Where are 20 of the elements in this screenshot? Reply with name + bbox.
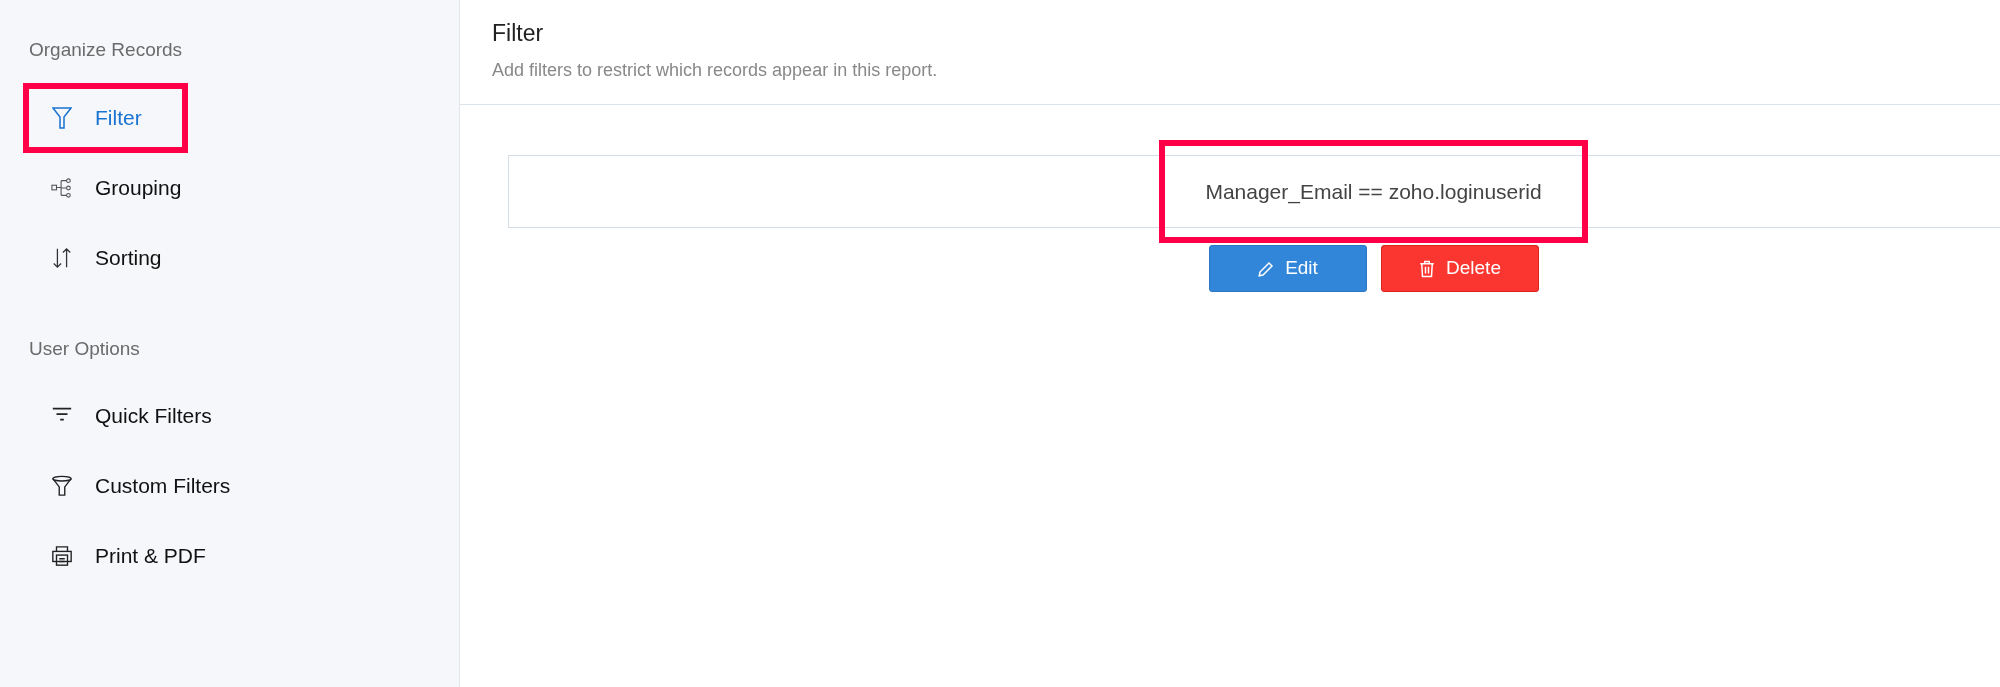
section-heading: Organize Records — [29, 38, 183, 62]
sidebar-item[interactable]: Print & PDF — [23, 521, 232, 591]
edit-button[interactable]: Edit — [1208, 245, 1367, 292]
trash-icon — [1418, 259, 1437, 278]
printer-icon — [51, 545, 73, 567]
delete-button[interactable]: Delete — [1380, 245, 1539, 292]
sidebar-item[interactable]: Grouping — [23, 152, 208, 223]
filter-icon — [51, 105, 73, 130]
section-heading: User Options — [29, 336, 140, 361]
sidebar-item[interactable]: Custom Filters — [23, 451, 257, 521]
sidebar-item[interactable]: Quick Filters — [23, 381, 238, 451]
page-title: Filter — [492, 19, 544, 48]
filter-condition: Manager_Email == zoho.loginuserid — [1159, 139, 1588, 244]
sidebar-item[interactable]: Filter — [23, 82, 188, 153]
filter-icon — [51, 475, 73, 497]
page-subtitle: Add filters to restrict which records appear in this report. — [492, 58, 938, 82]
sidebar-item[interactable]: Sorting — [23, 222, 188, 293]
hierarchy-icon — [51, 176, 73, 199]
pencil-icon — [1257, 259, 1276, 278]
sort-arrows-icon — [51, 246, 73, 269]
